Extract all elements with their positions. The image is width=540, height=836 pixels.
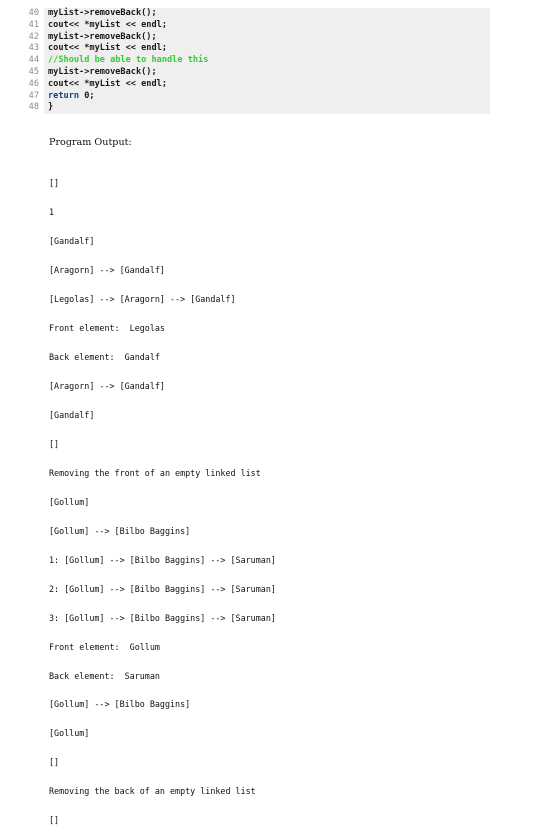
code-line: 42 myList->removeBack(); (0, 31, 490, 44)
line-number: 43 (0, 43, 44, 56)
code-text: cout<< *myList << endl; (44, 78, 490, 91)
line-number: 47 (0, 90, 44, 103)
output-line: [Aragorn] --> [Gandalf] (49, 265, 165, 276)
output-line: 3: [Gollum] --> [Bilbo Baggins] --> [Sar… (49, 612, 276, 623)
line-number: 40 (0, 8, 44, 20)
output-line: [Gollum] --> [Bilbo Baggins] (49, 699, 191, 710)
output-line: Front element: Legolas (49, 323, 165, 334)
output-line: Removing the front of an empty linked li… (49, 467, 261, 478)
output-line: 1 (49, 207, 55, 218)
code-line: 41 cout<< *myList << endl; (0, 19, 490, 32)
output-line: Removing the back of an empty linked lis… (49, 786, 256, 797)
code-listing: 40 myList->removeBack(); 41 cout<< *myLi… (0, 8, 490, 115)
code-text: myList->removeBack(); (44, 66, 490, 79)
program-output: [] 1 [Gandalf] [Aragorn] --> [Gandalf] [… (49, 160, 276, 836)
code-line: 48 } (0, 102, 490, 115)
code-text: return 0; (44, 90, 490, 103)
output-line: [] (49, 757, 60, 768)
line-number: 42 (0, 31, 44, 44)
code-text: } (44, 102, 490, 115)
output-heading: Program Output: (49, 137, 132, 148)
code-text: myList->removeBack(); (44, 31, 490, 44)
line-number: 44 (0, 55, 44, 67)
line-number: 48 (0, 102, 44, 115)
line-number: 41 (0, 19, 44, 32)
output-line: Back element: Saruman (49, 670, 160, 681)
output-line: Back element: Gandalf (49, 352, 160, 363)
code-text: cout<< *myList << endl; (44, 43, 490, 56)
line-number: 45 (0, 66, 44, 79)
output-line: [Aragorn] --> [Gandalf] (49, 380, 165, 391)
code-line: 47 return 0; (0, 90, 490, 103)
code-text: cout<< *myList << endl; (44, 19, 490, 32)
code-text-rest: 0; (79, 90, 95, 101)
output-line: 1: [Gollum] --> [Bilbo Baggins] --> [Sar… (49, 554, 276, 565)
output-line: [Gollum] (49, 728, 90, 739)
code-text: myList->removeBack(); (44, 8, 490, 20)
output-line: Front element: Gollum (49, 641, 160, 652)
output-line: [] (49, 815, 60, 826)
line-number: 46 (0, 78, 44, 91)
code-comment: //Should be able to handle this (44, 55, 490, 67)
output-line: [Gandalf] (49, 409, 95, 420)
output-line: [Legolas] --> [Aragorn] --> [Gandalf] (49, 294, 236, 305)
code-line: 44 //Should be able to handle this (0, 55, 490, 67)
output-line: [] (49, 178, 60, 189)
code-line: 43 cout<< *myList << endl; (0, 43, 490, 56)
code-line: 45 myList->removeBack(); (0, 66, 490, 79)
keyword-return: return (48, 90, 80, 101)
code-line: 40 myList->removeBack(); (0, 8, 490, 20)
output-line: [Gollum] (49, 496, 90, 507)
output-line: [Gandalf] (49, 236, 95, 247)
code-line: 46 cout<< *myList << endl; (0, 78, 490, 91)
output-line: [] (49, 438, 60, 449)
output-line: [Gollum] --> [Bilbo Baggins] (49, 525, 191, 536)
output-line: 2: [Gollum] --> [Bilbo Baggins] --> [Sar… (49, 583, 276, 594)
